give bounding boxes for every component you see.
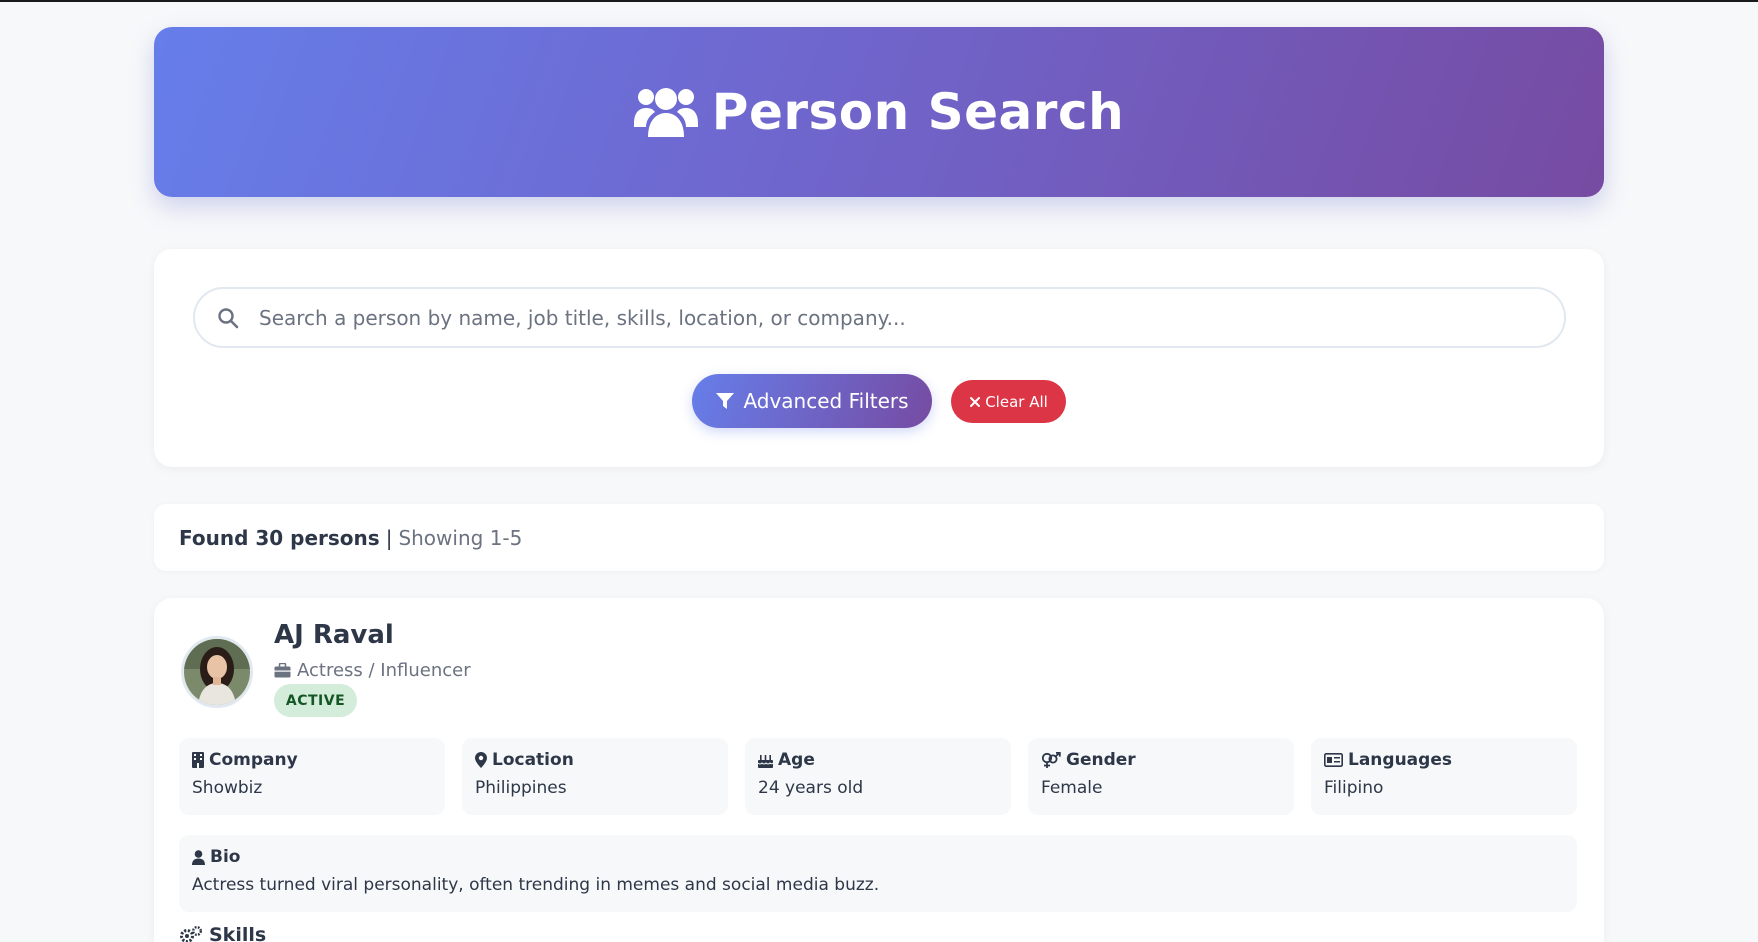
skills-label: Skills [209,924,267,942]
person-name: AJ Raval [274,620,394,650]
page-header: Person Search [154,27,1604,197]
info-location: Location Philippines [462,738,728,815]
info-value-gender: Female [1041,778,1103,798]
info-label-age: Age [778,750,815,770]
avatar [181,636,253,708]
cogs-icon [179,926,203,942]
search-icon [195,307,259,329]
bio-text: Actress turned viral personality, often … [192,875,880,895]
person-card[interactable]: AJ Raval Actress / Influencer ACTIVE Com… [154,598,1604,942]
info-age: Age 24 years old [745,738,1011,815]
info-label-gender: Gender [1066,750,1136,770]
search-box[interactable] [193,287,1566,348]
venus-mars-icon [1041,751,1061,769]
info-company: Company Showbiz [179,738,445,815]
birthday-cake-icon [758,753,773,768]
info-value-company: Showbiz [192,778,263,798]
filter-icon [715,391,735,411]
advanced-filters-button[interactable]: Advanced Filters [692,374,932,428]
briefcase-icon [274,663,291,678]
info-label-languages: Languages [1348,750,1452,770]
advanced-filters-label: Advanced Filters [743,389,909,413]
user-icon [192,849,205,865]
map-pin-icon [475,752,487,768]
search-panel: Advanced Filters Clear All [154,249,1604,467]
info-value-age: 24 years old [758,778,864,798]
info-value-languages: Filipino [1324,778,1384,798]
person-job-title: Actress / Influencer [274,660,471,681]
bio-section: Bio Actress turned viral personality, of… [179,835,1577,912]
bio-label: Bio [210,847,241,867]
results-range: Showing 1-5 [398,525,523,550]
info-languages: Languages Filipino [1311,738,1577,815]
results-count: Found 30 persons [179,525,380,550]
clear-all-button[interactable]: Clear All [951,380,1066,423]
id-card-icon [1324,753,1343,767]
person-title-text: Actress / Influencer [297,660,471,681]
users-icon [633,85,698,139]
status-badge: ACTIVE [274,684,357,717]
building-icon [192,752,204,768]
clear-all-label: Clear All [985,392,1048,411]
skills-heading: Skills [179,924,266,942]
info-gender: Gender Female [1028,738,1294,815]
results-summary: Found 30 persons | Showing 1-5 [154,504,1604,571]
results-separator: | [385,525,393,550]
person-info-grid: Company Showbiz Location Philippines Age… [179,738,1577,815]
search-input[interactable] [259,305,1564,330]
close-icon [969,396,981,408]
page-title: Person Search [711,83,1125,141]
info-label-location: Location [492,750,574,770]
info-label-company: Company [209,750,298,770]
info-value-location: Philippines [475,778,567,798]
